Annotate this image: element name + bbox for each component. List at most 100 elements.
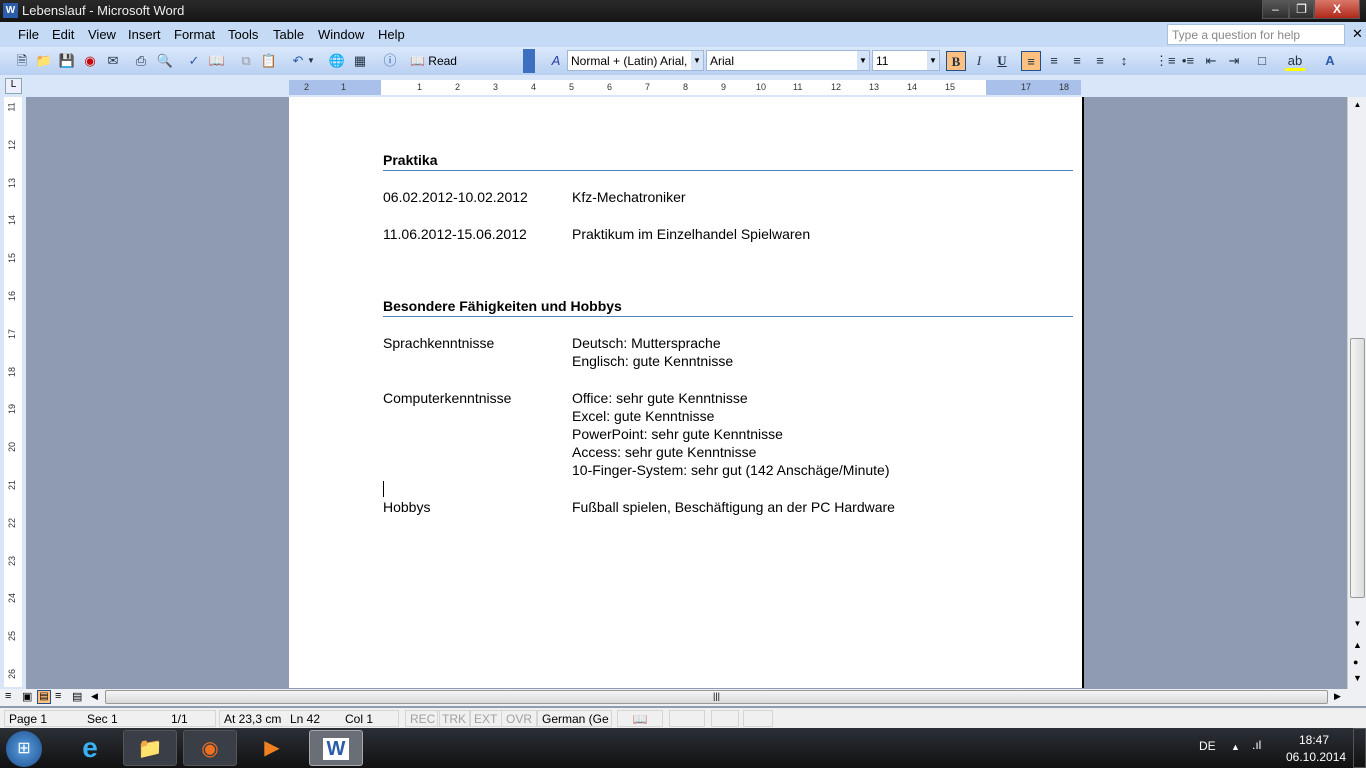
line-spacing-icon[interactable]: ↕	[1114, 51, 1134, 71]
document-page[interactable]: Praktika 06.02.2012-10.02.2012 Kfz-Mecha…	[289, 97, 1084, 688]
status-trk[interactable]: TRK	[437, 710, 471, 727]
print-icon[interactable]: ⎙	[131, 51, 151, 71]
print-layout-icon[interactable]: ▤	[37, 690, 51, 704]
status-ext[interactable]: EXT	[469, 710, 503, 727]
minimize-button[interactable]: –	[1262, 0, 1289, 19]
status-bar: Page 1 Sec 1 1/1 At 23,3 cm Ln 42 Col 1 REC …	[0, 708, 1366, 728]
menu-window[interactable]: Window	[318, 27, 364, 42]
research-icon[interactable]: 📖	[207, 51, 227, 71]
horizontal-scroll-thumb[interactable]: |||	[105, 690, 1328, 704]
align-center-button[interactable]: ≡	[1044, 51, 1064, 71]
scroll-left-button[interactable]: ◀	[91, 691, 98, 702]
clock-date[interactable]: 06.10.2014	[1286, 750, 1346, 764]
ruler-tick-label: 21	[7, 479, 18, 491]
title-bar: W Lebenslauf - Microsoft Word – ❐ X	[0, 0, 1366, 22]
permission-icon[interactable]: ◉	[80, 51, 100, 71]
spelling-icon[interactable]: ✓	[184, 51, 204, 71]
internet-explorer-icon[interactable]: e	[63, 730, 117, 766]
menu-edit[interactable]: Edit	[52, 27, 74, 42]
align-right-button[interactable]: ≡	[1067, 51, 1087, 71]
table-icon[interactable]: ▦	[350, 51, 370, 71]
justify-button[interactable]: ≡	[1090, 51, 1110, 71]
save-icon[interactable]: 💾	[57, 51, 77, 71]
scroll-right-button[interactable]: ▶	[1334, 691, 1341, 702]
email-icon[interactable]: ✉	[103, 51, 123, 71]
undo-icon[interactable]: ↶	[288, 51, 308, 71]
clock-time[interactable]: 18:47	[1299, 733, 1329, 747]
reading-layout-icon[interactable]: ▤	[72, 690, 82, 703]
horizontal-ruler[interactable]: 2 1 1 2 3 4 5 6 7 8 9 10 11 12 13 14 15 17 18	[289, 80, 1081, 95]
styles-icon[interactable]: A	[546, 51, 566, 71]
normal-view-icon[interactable]: ≡	[5, 690, 11, 702]
tray-language[interactable]: DE	[1199, 739, 1216, 753]
align-left-button[interactable]: ≡	[1021, 51, 1041, 71]
ruler-tick-label: 13	[7, 177, 18, 188]
vertical-ruler[interactable]: 11 12 13 14 15 16 17 18 19 20 21 22 23 24 25 26	[4, 97, 22, 687]
show-desktop-button[interactable]	[1353, 728, 1366, 768]
outline-view-icon[interactable]: ≡	[55, 690, 61, 702]
word-app-icon[interactable]: W	[3, 3, 18, 18]
scroll-up-button[interactable]: ▲	[1349, 97, 1366, 113]
print-preview-icon[interactable]: 🔍	[155, 51, 175, 71]
spelling-status-icon[interactable]: 📖	[617, 710, 663, 727]
web-layout-icon[interactable]: ▣	[22, 690, 32, 703]
font-color-icon[interactable]: A	[1320, 51, 1340, 71]
menu-view[interactable]: View	[88, 27, 116, 42]
increase-indent-icon[interactable]: ⇥	[1224, 51, 1244, 71]
underline-button[interactable]: U	[992, 51, 1012, 71]
network-icon[interactable]: .ıl	[1252, 738, 1261, 752]
italic-button[interactable]: I	[969, 51, 989, 71]
select-browse-object-icon[interactable]: ●	[1353, 657, 1358, 667]
bullets-icon[interactable]: •≡	[1178, 51, 1198, 71]
border-icon[interactable]: □	[1252, 51, 1272, 71]
status-empty-panel	[743, 710, 773, 727]
bold-button[interactable]: B	[946, 51, 966, 71]
style-dropdown[interactable]: Normal + (Latin) Arial, ▼	[567, 50, 704, 71]
maximize-button[interactable]: ❐	[1289, 0, 1314, 19]
file-explorer-icon[interactable]: 📁	[123, 730, 177, 766]
font-dropdown[interactable]: Arial ▼	[706, 50, 870, 71]
firefox-icon[interactable]: ◉	[183, 730, 237, 766]
toolbar-overflow[interactable]	[523, 49, 535, 73]
window-title: Lebenslauf - Microsoft Word	[22, 3, 185, 18]
new-document-icon[interactable]: 🗎	[12, 51, 32, 71]
next-page-icon[interactable]: ▼	[1353, 673, 1362, 683]
read-button[interactable]: 📖 Read	[410, 54, 457, 68]
font-size-dropdown[interactable]: 11 ▼	[872, 50, 940, 71]
row-value: Praktikum im Einzelhandel Spielwaren	[572, 226, 811, 242]
menu-file[interactable]: File	[18, 27, 39, 42]
media-player-icon[interactable]: ▶	[245, 730, 299, 766]
hyperlink-icon[interactable]: 🌐	[327, 51, 347, 71]
tab-selector[interactable]: L	[5, 78, 22, 94]
help-search-input[interactable]: Type a question for help	[1167, 24, 1345, 45]
menu-table[interactable]: Table	[273, 27, 304, 42]
paste-icon[interactable]: 📋	[259, 51, 279, 71]
scroll-down-button[interactable]: ▼	[1349, 619, 1366, 635]
vertical-scrollbar[interactable]: ▲ ▼ ▲ ● ▼	[1347, 97, 1366, 689]
horizontal-scrollbar[interactable]: ≡ ▣ ▤ ≡ ▤ ◀ ||| ▶	[0, 689, 1366, 706]
ruler-tick-label: 10	[756, 82, 767, 92]
close-button[interactable]: X	[1314, 0, 1360, 19]
undo-dropdown-icon[interactable]: ▼	[306, 51, 316, 71]
copy-icon[interactable]: ⧉	[236, 51, 256, 71]
help-icon[interactable]: ⓘ	[380, 51, 400, 71]
open-folder-icon[interactable]: 📁	[34, 51, 54, 71]
show-hidden-icons[interactable]: ▲	[1231, 742, 1240, 752]
previous-page-icon[interactable]: ▲	[1353, 640, 1362, 650]
start-button[interactable]: ⊞	[6, 731, 42, 767]
menu-tools[interactable]: Tools	[228, 27, 258, 42]
status-ovr[interactable]: OVR	[501, 710, 538, 727]
menu-help[interactable]: Help	[378, 27, 405, 42]
menu-format[interactable]: Format	[174, 27, 215, 42]
ruler-tick-label: 2	[455, 82, 461, 92]
scroll-thumb[interactable]	[1350, 338, 1365, 598]
status-language[interactable]: German (Ge	[537, 710, 612, 727]
word-taskbar-icon[interactable]: W	[309, 730, 363, 766]
status-rec[interactable]: REC	[405, 710, 441, 727]
highlight-icon[interactable]: ab	[1285, 51, 1305, 71]
decrease-indent-icon[interactable]: ⇤	[1201, 51, 1221, 71]
menu-insert[interactable]: Insert	[128, 27, 161, 42]
ruler-tick-label: 2	[304, 82, 310, 92]
close-document-icon[interactable]: ✕	[1352, 26, 1363, 42]
numbering-icon[interactable]: ⋮≡	[1155, 51, 1176, 71]
